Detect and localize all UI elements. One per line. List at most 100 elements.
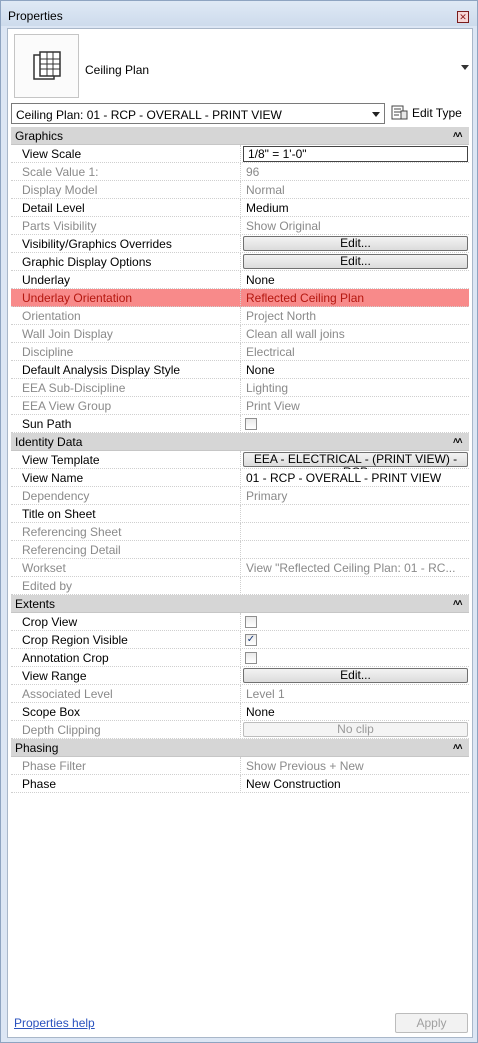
property-row[interactable]: Underlay Orientation Reflected Ceiling Pl… bbox=[11, 289, 469, 307]
property-row[interactable]: Annotation Crop bbox=[11, 649, 469, 667]
property-row[interactable]: Visibility/Graphics Overrides Edit... bbox=[11, 235, 469, 253]
property-row[interactable]: Phase Filter Show Previous + New bbox=[11, 757, 469, 775]
property-row[interactable]: Sun Path bbox=[11, 415, 469, 433]
property-row[interactable]: Underlay None bbox=[11, 271, 469, 289]
property-checkbox[interactable] bbox=[245, 418, 257, 430]
collapse-icon[interactable]: ˄˄ bbox=[453, 743, 462, 752]
property-button[interactable]: Edit... bbox=[243, 236, 468, 251]
property-input[interactable]: 1/8" = 1'-0" bbox=[243, 146, 468, 162]
property-value: Normal bbox=[246, 183, 285, 197]
type-selector[interactable]: Ceiling Plan bbox=[11, 32, 469, 100]
column-divider bbox=[240, 775, 241, 793]
property-row[interactable]: Default Analysis Display Style None bbox=[11, 361, 469, 379]
column-divider bbox=[240, 631, 241, 649]
property-name: Depth Clipping bbox=[22, 723, 101, 737]
column-divider bbox=[240, 199, 241, 217]
column-divider bbox=[240, 613, 241, 631]
section-header[interactable]: Extents ˄˄ bbox=[11, 595, 469, 613]
property-row[interactable]: Discipline Electrical bbox=[11, 343, 469, 361]
property-name: Phase bbox=[22, 777, 57, 791]
property-name: Discipline bbox=[22, 345, 74, 359]
property-button[interactable]: Edit... bbox=[243, 254, 468, 269]
apply-button[interactable]: Apply bbox=[395, 1013, 468, 1033]
properties-window: Properties ✕ Ceiling Plan Ceiling Plan: … bbox=[0, 0, 478, 1043]
view-dropdown[interactable]: Ceiling Plan: 01 - RCP - OVERALL - PRINT… bbox=[11, 103, 385, 124]
property-row[interactable]: Phase New Construction bbox=[11, 775, 469, 793]
column-divider bbox=[240, 703, 241, 721]
column-divider bbox=[240, 415, 241, 433]
property-row[interactable]: Workset View "Reflected Ceiling Plan: 01 … bbox=[11, 559, 469, 577]
property-row[interactable]: Wall Join Display Clean all wall joins bbox=[11, 325, 469, 343]
column-divider bbox=[240, 163, 241, 181]
property-name: Wall Join Display bbox=[22, 327, 113, 341]
collapse-icon[interactable]: ˄˄ bbox=[453, 599, 462, 608]
property-row[interactable]: View Scale 1/8" = 1'-0" bbox=[11, 145, 469, 163]
property-name: View Template bbox=[22, 453, 100, 467]
column-divider bbox=[240, 361, 241, 379]
section-title: Graphics bbox=[15, 129, 64, 143]
column-divider bbox=[240, 145, 241, 163]
property-checkbox[interactable] bbox=[245, 652, 257, 664]
column-divider bbox=[240, 577, 241, 595]
property-row[interactable]: Scale Value 1: 96 bbox=[11, 163, 469, 181]
property-value[interactable]: New Construction bbox=[246, 777, 467, 791]
property-checkbox[interactable] bbox=[245, 616, 257, 628]
collapse-icon[interactable]: ˄˄ bbox=[453, 437, 462, 446]
property-value: Print View bbox=[246, 399, 300, 413]
property-row[interactable]: EEA View Group Print View bbox=[11, 397, 469, 415]
property-row[interactable]: Detail Level Medium bbox=[11, 199, 469, 217]
property-row[interactable]: Scope Box None bbox=[11, 703, 469, 721]
property-row[interactable]: Referencing Sheet bbox=[11, 523, 469, 541]
view-selector-row: Ceiling Plan: 01 - RCP - OVERALL - PRINT… bbox=[11, 103, 471, 125]
property-checkbox[interactable]: ✓ bbox=[245, 634, 257, 646]
property-name: View Range bbox=[22, 669, 87, 683]
collapse-icon[interactable]: ˄˄ bbox=[453, 131, 462, 140]
property-row[interactable]: Depth Clipping No clip bbox=[11, 721, 469, 739]
property-value[interactable]: 01 - RCP - OVERALL - PRINT VIEW bbox=[246, 471, 467, 485]
property-value[interactable]: Reflected Ceiling Plan bbox=[246, 291, 467, 305]
property-button[interactable]: Edit... bbox=[243, 668, 468, 683]
property-row[interactable]: Crop View bbox=[11, 613, 469, 631]
chevron-down-icon[interactable] bbox=[461, 65, 469, 70]
property-row[interactable]: Referencing Detail bbox=[11, 541, 469, 559]
column-divider bbox=[240, 307, 241, 325]
section-header[interactable]: Graphics ˄˄ bbox=[11, 127, 469, 145]
property-value: Show Original bbox=[246, 219, 321, 233]
property-name: Referencing Detail bbox=[22, 543, 121, 557]
property-row[interactable]: View Template EEA - ELECTRICAL - (PRINT V… bbox=[11, 451, 469, 479]
property-row[interactable]: Edited by bbox=[11, 577, 469, 595]
property-row[interactable]: Orientation Project North bbox=[11, 307, 469, 325]
column-divider bbox=[240, 721, 241, 739]
property-value: 96 bbox=[246, 165, 260, 179]
property-name: Annotation Crop bbox=[22, 651, 109, 665]
column-divider bbox=[240, 379, 241, 397]
property-row[interactable]: Graphic Display Options Edit... bbox=[11, 253, 469, 271]
column-divider bbox=[240, 397, 241, 415]
property-name: Sun Path bbox=[22, 417, 72, 431]
title-bar: Properties ✕ bbox=[1, 1, 477, 26]
property-row[interactable]: EEA Sub-Discipline Lighting bbox=[11, 379, 469, 397]
edit-type-button[interactable]: Edit Type bbox=[391, 103, 469, 124]
section-header[interactable]: Identity Data ˄˄ bbox=[11, 433, 469, 451]
property-value[interactable]: None bbox=[246, 705, 467, 719]
close-icon[interactable]: ✕ bbox=[457, 11, 469, 23]
column-divider bbox=[240, 271, 241, 289]
property-row[interactable]: View Name 01 - RCP - OVERALL - PRINT VIEW bbox=[11, 469, 469, 487]
section-header[interactable]: Phasing ˄˄ bbox=[11, 739, 469, 757]
property-value[interactable]: Medium bbox=[246, 201, 467, 215]
property-row[interactable]: Parts Visibility Show Original bbox=[11, 217, 469, 235]
edit-type-label: Edit Type bbox=[412, 106, 462, 120]
property-value[interactable]: None bbox=[246, 363, 467, 377]
property-row[interactable]: Title on Sheet bbox=[11, 505, 469, 523]
property-row[interactable]: Dependency Primary bbox=[11, 487, 469, 505]
property-button: No clip bbox=[243, 722, 468, 737]
property-name: Scale Value 1: bbox=[22, 165, 99, 179]
property-row[interactable]: Associated Level Level 1 bbox=[11, 685, 469, 703]
property-row[interactable]: Crop Region Visible ✓ bbox=[11, 631, 469, 649]
property-value[interactable]: None bbox=[246, 273, 467, 287]
property-row[interactable]: Display Model Normal bbox=[11, 181, 469, 199]
property-row[interactable]: View Range Edit... bbox=[11, 667, 469, 685]
property-button[interactable]: EEA - ELECTRICAL - (PRINT VIEW) - RCP bbox=[243, 452, 468, 479]
properties-help-link[interactable]: Properties help bbox=[14, 1016, 95, 1030]
property-value: View "Reflected Ceiling Plan: 01 - RC... bbox=[246, 561, 456, 575]
